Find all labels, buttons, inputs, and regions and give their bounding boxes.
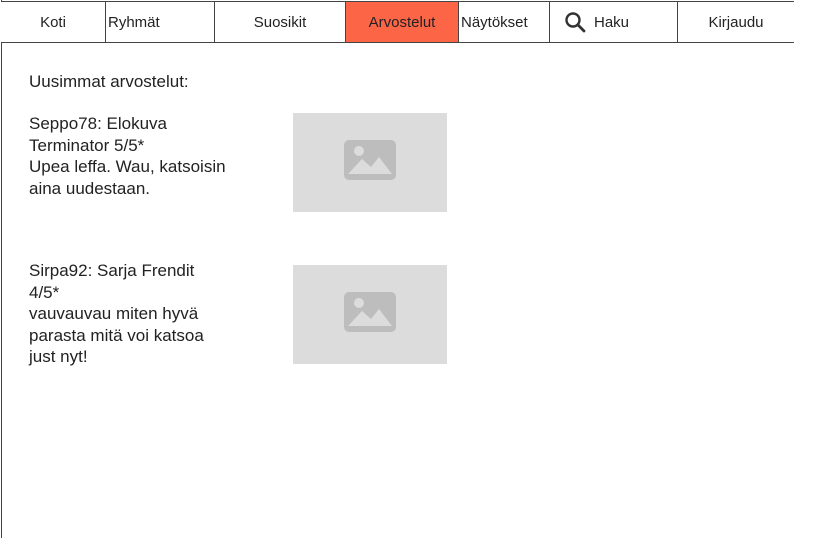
image-placeholder-icon	[344, 140, 396, 185]
nav-item-label: Haku	[594, 13, 630, 31]
review-body-line: just nyt!	[29, 347, 88, 366]
nav-item-suosikit[interactable]: Suosikit	[215, 2, 346, 42]
nav-item-label: Suosikit	[253, 13, 307, 31]
nav-item-label: Ryhmät	[108, 13, 160, 31]
main-content: Uusimmat arvostelut: Seppo78: Elokuva Te…	[29, 70, 769, 407]
review-body-line: Upea leffa. Wau, katsoisin	[29, 157, 226, 176]
nav-item-label: Arvostelut	[368, 13, 436, 31]
page: Koti Ryhmät Suosikit Arvostelut Näytökse…	[0, 0, 816, 538]
review-body-line: aina uudestaan.	[29, 178, 150, 198]
review-title-rating: Terminator 5/5*	[29, 135, 145, 155]
review-item: Sirpa92: Sarja Frendit 4/5* vauvauvau mi…	[29, 260, 769, 407]
review-title-rating: 4/5*	[29, 282, 60, 302]
review-author-title: Sirpa92: Sarja Frendit	[29, 261, 195, 280]
review-text: Seppo78: Elokuva Terminator 5/5* Upea le…	[29, 113, 269, 199]
review-image	[293, 265, 447, 364]
review-body-line: vauvauvau miten hyvä	[29, 304, 199, 323]
top-navigation: Koti Ryhmät Suosikit Arvostelut Näytökse…	[1, 1, 794, 43]
review-text: Sirpa92: Sarja Frendit 4/5* vauvauvau mi…	[29, 260, 269, 368]
review-body-line: parasta mitä voi katsoa	[29, 325, 204, 345]
nav-item-naytokset[interactable]: Näytökset	[459, 2, 550, 42]
review-author-title: Seppo78: Elokuva	[29, 114, 167, 133]
review-image	[293, 113, 447, 212]
search-icon	[564, 11, 586, 33]
nav-item-kirjaudu[interactable]: Kirjaudu	[678, 2, 794, 42]
nav-item-label: Kirjaudu	[708, 13, 764, 31]
nav-item-koti[interactable]: Koti	[1, 2, 106, 42]
image-placeholder-icon	[344, 292, 396, 337]
nav-item-haku[interactable]: Haku	[550, 2, 678, 42]
review-item: Seppo78: Elokuva Terminator 5/5* Upea le…	[29, 113, 769, 260]
nav-item-arvostelut[interactable]: Arvostelut	[346, 2, 459, 42]
page-title: Uusimmat arvostelut:	[29, 72, 189, 91]
nav-item-ryhmat[interactable]: Ryhmät	[106, 2, 215, 42]
nav-item-label: Koti	[40, 13, 66, 31]
nav-item-label: Näytökset	[461, 13, 528, 31]
